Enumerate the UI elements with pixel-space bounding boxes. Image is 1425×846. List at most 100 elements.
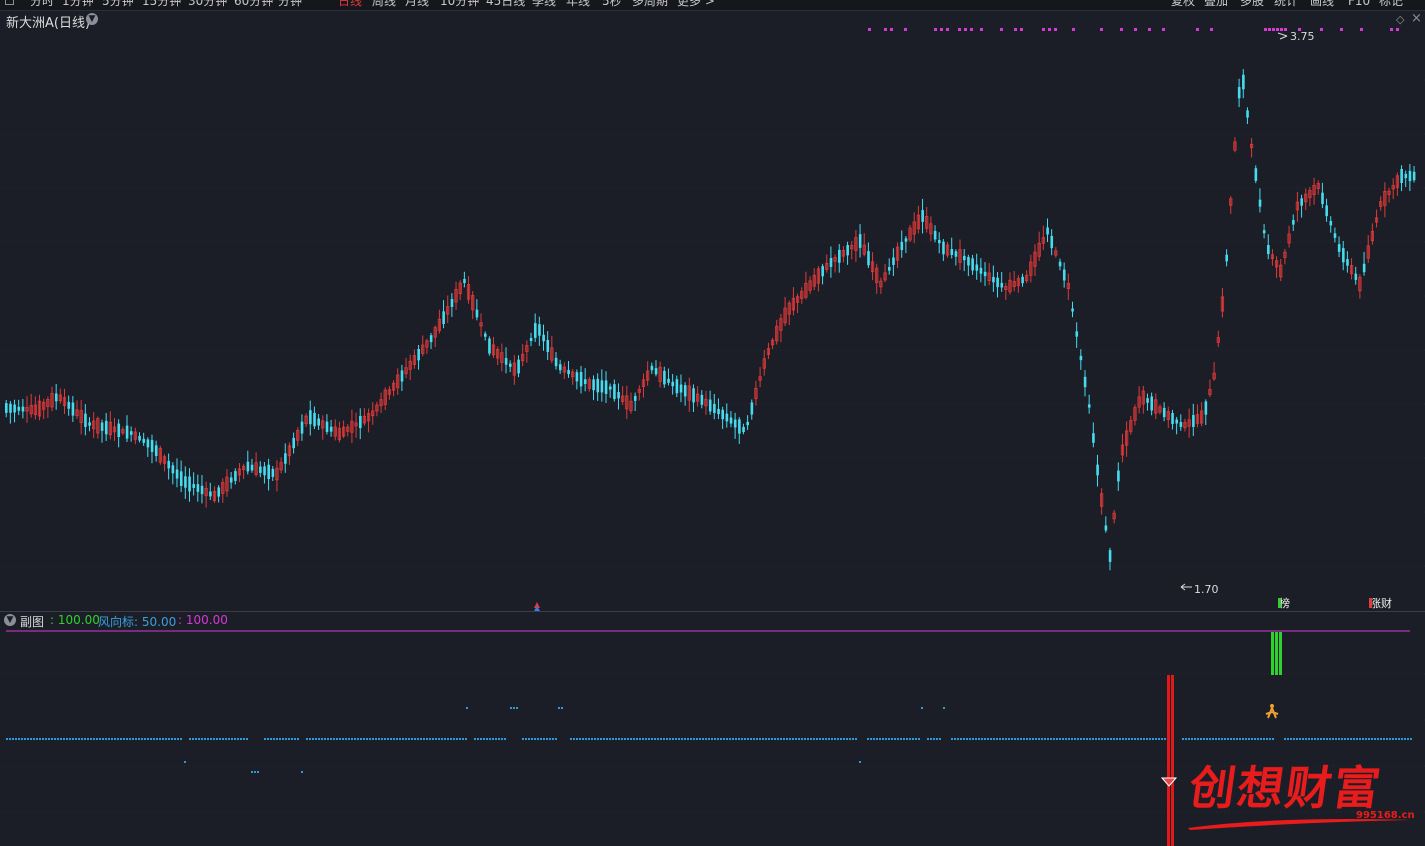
candle-down <box>617 392 620 399</box>
tab-period-15[interactable]: 多周期 <box>632 0 668 8</box>
wind-dot <box>117 738 119 740</box>
candle-down <box>575 372 579 382</box>
tool-button-1[interactable]: 叠加 <box>1204 0 1228 8</box>
wind-dot <box>1020 738 1022 740</box>
wind-dot <box>822 738 824 740</box>
wind-dot <box>1386 738 1388 740</box>
tab-period-13[interactable]: 年线 <box>566 0 590 8</box>
wind-dot <box>141 738 143 740</box>
wind-dot <box>435 738 437 740</box>
badge-mark <box>1369 598 1372 608</box>
tab-period-7[interactable]: 日线 <box>338 0 362 8</box>
wind-dot <box>540 738 542 740</box>
tab-period-8[interactable]: 周线 <box>372 0 396 8</box>
candle-down <box>179 471 183 486</box>
wind-dot <box>513 707 515 709</box>
candle-down <box>667 378 670 383</box>
signal-dot <box>1000 28 1003 31</box>
tab-period-16[interactable]: 更多 > <box>677 0 715 8</box>
candle-down <box>442 311 445 324</box>
candle-down <box>292 437 295 449</box>
wind-dot <box>1065 738 1067 740</box>
wind-dot <box>1323 738 1325 740</box>
signal-dot <box>884 28 887 31</box>
wind-dot <box>18 738 20 740</box>
chevron-down-icon[interactable]: ▼ <box>4 614 16 626</box>
wind-dot <box>990 738 992 740</box>
signal-dot <box>958 28 961 31</box>
wind-dot <box>1251 738 1253 740</box>
signal-dot <box>1268 28 1271 31</box>
wind-dot <box>999 738 1001 740</box>
tab-period-5[interactable]: 60分钟 <box>234 0 273 8</box>
wind-dot <box>852 738 854 740</box>
wind-dot <box>45 738 47 740</box>
wind-dot <box>462 738 464 740</box>
tab-period-0[interactable]: 分时 <box>30 0 54 8</box>
tab-period-2[interactable]: 5分钟 <box>102 0 134 8</box>
wind-dot <box>609 738 611 740</box>
wind-dot <box>351 738 353 740</box>
tool-button-4[interactable]: 画线 <box>1310 0 1334 8</box>
tab-period-3[interactable]: 15分钟 <box>142 0 181 8</box>
wind-dot <box>87 738 89 740</box>
wind-dot <box>1209 738 1211 740</box>
tool-button-6[interactable]: 标记 <box>1379 0 1403 8</box>
signal-dot <box>970 28 973 31</box>
wind-dot <box>345 738 347 740</box>
tab-period-9[interactable]: 月线 <box>405 0 429 8</box>
diamond-icon[interactable]: ◇ <box>1396 13 1404 26</box>
candle-down <box>138 435 141 441</box>
wind-dot <box>360 738 362 740</box>
wind-dot <box>588 738 590 740</box>
signal-dot <box>1134 28 1137 31</box>
wind-dot <box>1038 738 1040 740</box>
tab-period-6[interactable]: 分钟 <box>278 0 302 8</box>
tool-button-2[interactable]: 多股 <box>1240 0 1264 8</box>
wind-dot <box>729 738 731 740</box>
wind-dot <box>1185 738 1187 740</box>
wind-dot <box>447 738 449 740</box>
tab-period-12[interactable]: 季线 <box>532 0 556 8</box>
tab-period-11[interactable]: 45日线 <box>486 0 525 8</box>
wind-dot <box>546 738 548 740</box>
wind-dot <box>408 738 410 740</box>
wind-dot <box>251 771 253 773</box>
tab-period-1[interactable]: 1分钟 <box>62 0 94 8</box>
wind-dot <box>198 738 200 740</box>
wind-dot <box>267 738 269 740</box>
wind-dot <box>1017 738 1019 740</box>
candlestick-chart[interactable]: 3.751.70榜 涨财 <box>0 26 1425 611</box>
candle-down <box>717 408 720 415</box>
tool-button-3[interactable]: 统计 <box>1274 0 1298 8</box>
wind-dot <box>264 738 266 740</box>
menu-icon[interactable] <box>5 0 14 5</box>
candle-down <box>54 393 58 402</box>
candle-down <box>229 477 233 483</box>
wind-dot <box>1407 738 1409 740</box>
candle-down <box>529 337 533 342</box>
tool-button-5[interactable]: F10 <box>1348 0 1370 8</box>
wind-dot <box>579 738 581 740</box>
panel-divider[interactable] <box>0 611 1425 612</box>
wind-dot <box>1035 738 1037 740</box>
wind-dot <box>927 738 929 740</box>
wind-dot <box>1089 738 1091 740</box>
tab-period-14[interactable]: 5秒 <box>602 0 622 8</box>
tab-period-4[interactable]: 30分钟 <box>188 0 227 8</box>
candle-down <box>683 385 687 397</box>
close-icon[interactable]: × <box>1411 11 1422 26</box>
signal-dot <box>1042 28 1045 31</box>
wind-dot <box>666 738 668 740</box>
wind-dot <box>225 738 227 740</box>
wind-dot <box>438 738 440 740</box>
candle-down <box>1108 550 1112 562</box>
candle-down <box>117 423 121 438</box>
wind-dot <box>972 738 974 740</box>
chevron-down-icon[interactable]: ▼ <box>86 13 98 25</box>
wind-dot <box>573 738 575 740</box>
wind-dot <box>1224 738 1226 740</box>
tab-period-10[interactable]: 10分钟 <box>440 0 479 8</box>
wind-dot <box>807 738 809 740</box>
tool-button-0[interactable]: 复权 <box>1171 0 1195 8</box>
